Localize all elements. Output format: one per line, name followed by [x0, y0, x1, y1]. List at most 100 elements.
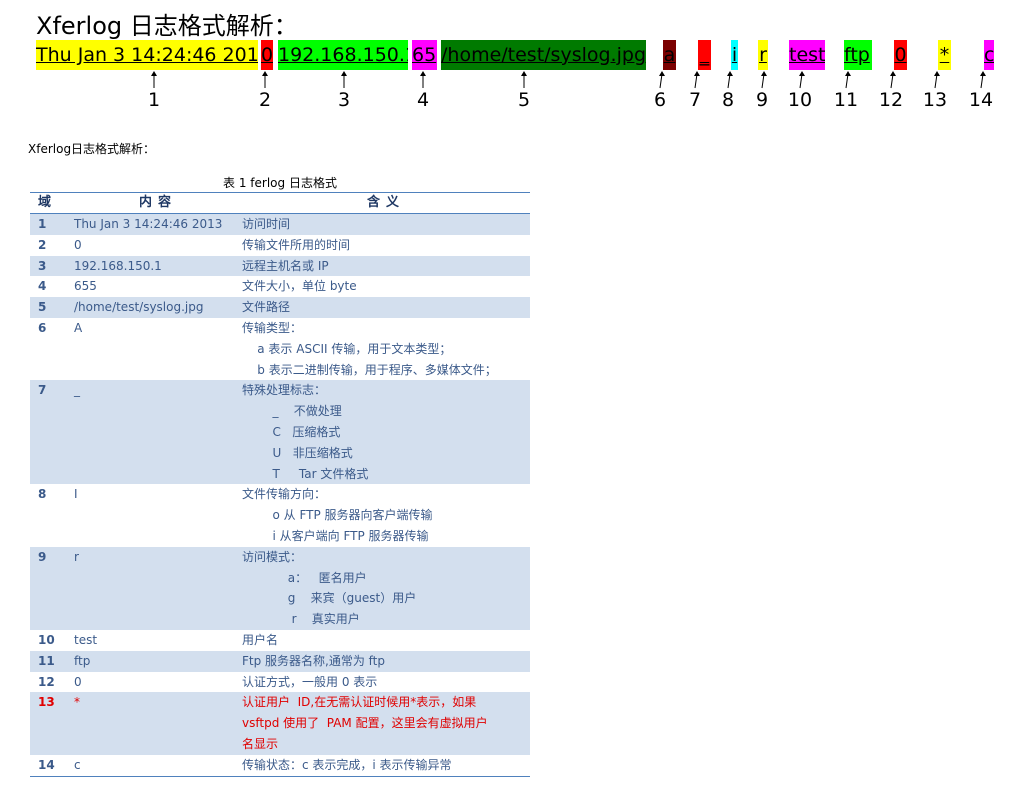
- meaning-line: 认证方式，一般用 0 表示: [242, 674, 378, 689]
- meaning-cell: 传输文件所用的时间: [242, 235, 530, 256]
- field-number-14: 14: [968, 89, 994, 111]
- meaning-line: g 来宾（guest）用户: [242, 591, 417, 606]
- arrow-head-6: [659, 71, 665, 76]
- table-header-row: 域 内容 含义: [30, 193, 530, 214]
- field-number-cell: 1: [38, 217, 47, 231]
- field-number-cell: 3: [38, 258, 47, 273]
- arrow-head-2: [262, 71, 268, 76]
- meaning-line: 文件传输方向：: [242, 487, 327, 502]
- meaning-line: 文件大小，单位 byte: [242, 279, 357, 294]
- table-row: 13 * 认证用户 ID,在无需认证时候用*表示，如果 vsftpd 使用了 PAM …: [30, 692, 530, 755]
- section-subtitle: Xferlog日志格式解析：: [28, 142, 156, 156]
- content-cell: test: [74, 632, 98, 647]
- table-row: 4 655 文件大小，单位 byte: [30, 276, 530, 297]
- content-cell: r: [74, 549, 79, 564]
- field-number-cell: 11: [38, 653, 55, 668]
- field-number-cell: 6: [38, 320, 47, 335]
- field-number-cell: 10: [38, 632, 55, 647]
- field-number-cell: 12: [38, 674, 55, 689]
- meaning-cell: 文件路径: [242, 297, 530, 318]
- meaning-cell: 认证方式，一般用 0 表示: [242, 672, 530, 693]
- header-meaning: 含义: [366, 195, 405, 210]
- meaning-cell: 传输类型： a 表示 ASCII 传输，用于文本类型； b 表示二进制传输，用于…: [242, 318, 530, 380]
- meaning-line: i 从客户端向 FTP 服务器传输: [242, 528, 429, 543]
- meaning-line: b 表示二进制传输，用于程序、多媒体文件；: [242, 362, 497, 377]
- field-number-cell: 8: [38, 487, 47, 502]
- header-field: 域: [38, 195, 52, 210]
- field-number-5: 5: [517, 89, 531, 111]
- meaning-line: a 表示 ASCII 传输，用于文本类型；: [242, 341, 452, 356]
- table-row: 2 0 传输文件所用的时间: [30, 235, 530, 256]
- meaning-cell: 传输状态：c 表示完成，i 表示传输异常: [242, 755, 530, 776]
- content-cell: I: [74, 487, 78, 502]
- meaning-cell: 访问模式： a： 匿名用户 g 来宾（guest）用户 r 真实用户: [242, 547, 530, 630]
- table-caption: 表 1 ferlog 日志格式: [223, 176, 337, 190]
- arrow-head-14: [980, 71, 986, 76]
- arrow-8: [727, 73, 731, 89]
- meaning-cell: 认证用户 ID,在无需认证时候用*表示，如果 vsftpd 使用了 PAM 配置，…: [242, 692, 530, 754]
- content-cell: A: [74, 320, 83, 335]
- meaning-line: 名显示: [242, 736, 279, 751]
- meaning-line: r 真实用户: [242, 612, 360, 627]
- meaning-line: o 从 FTP 服务器向客户端传输: [242, 508, 433, 523]
- header-content: 内容: [138, 195, 177, 210]
- table-row: 9 r 访问模式： a： 匿名用户 g 来宾（guest）用户 r 真实用户: [30, 546, 530, 630]
- field-number-1: 1: [147, 89, 161, 111]
- meaning-line: 远程主机名或 IP: [242, 258, 329, 273]
- meaning-line: 传输文件所用的时间: [242, 237, 351, 252]
- content-cell: 192.168.150.1: [74, 258, 162, 273]
- content-cell: 655: [74, 279, 97, 294]
- field-number-9: 9: [755, 89, 769, 111]
- arrow-11: [845, 73, 849, 89]
- field-number-2: 2: [258, 89, 272, 111]
- field-number-10: 10: [787, 89, 813, 111]
- arrow-head-3: [341, 71, 347, 76]
- content-cell: *: [74, 695, 80, 710]
- field-number-3: 3: [337, 89, 351, 111]
- arrow-9: [761, 73, 765, 89]
- meaning-cell: 特殊处理标志： _ 不做处理 C 压缩格式 U 非压缩格式 T Tar 文件格式: [242, 380, 530, 484]
- meaning-cell: 用户名: [242, 630, 530, 651]
- field-number-cell: 4: [38, 279, 47, 294]
- arrow-12: [890, 73, 894, 89]
- field-number-cell: 14: [38, 757, 55, 772]
- meaning-line: vsftpd 使用了 PAM 配置，这里会有虚拟用户: [242, 716, 488, 731]
- table-row: 1 Thu Jan 3 14:24:46 2013 访问时间: [30, 214, 530, 235]
- content-cell: _: [74, 383, 80, 398]
- meaning-line: U 非压缩格式: [242, 445, 353, 460]
- arrow-head-7: [694, 71, 700, 76]
- meaning-line: 特殊处理标志：: [242, 383, 327, 398]
- field-number-6: 6: [653, 89, 667, 111]
- arrow-head-11: [845, 71, 851, 76]
- meaning-line: T Tar 文件格式: [242, 466, 369, 481]
- arrow-14: [980, 73, 984, 89]
- arrow-head-13: [934, 71, 940, 76]
- content-cell: 0: [74, 237, 82, 252]
- meaning-line: 文件路径: [242, 300, 291, 315]
- content-cell: Thu Jan 3 14:24:46 2013: [74, 217, 223, 231]
- field-number-12: 12: [878, 89, 904, 111]
- table-row: 14 c 传输状态：c 表示完成，i 表示传输异常: [30, 755, 530, 776]
- meaning-line: 认证用户 ID,在无需认证时候用*表示，如果: [242, 695, 477, 710]
- field-number-cell: 13: [38, 695, 55, 710]
- meaning-line: 访问模式：: [242, 549, 303, 564]
- meaning-line: _ 不做处理: [242, 404, 342, 419]
- meaning-line: 用户名: [242, 632, 279, 647]
- meaning-cell: 远程主机名或 IP: [242, 256, 530, 277]
- meaning-line: Ftp 服务器名称,通常为 ftp: [242, 653, 386, 668]
- arrow-7: [694, 73, 698, 89]
- format-table: 域 内容 含义 1 Thu Jan 3 14:24:46 2013 访问时间 2 0 传输…: [30, 192, 530, 777]
- content-cell: c: [74, 757, 81, 772]
- field-number-13: 13: [922, 89, 948, 111]
- meaning-cell: Ftp 服务器名称,通常为 ftp: [242, 651, 530, 672]
- arrow-head-12: [890, 71, 896, 76]
- arrow-13: [934, 73, 938, 89]
- meaning-cell: 文件传输方向： o 从 FTP 服务器向客户端传输 i 从客户端向 FTP 服务…: [242, 484, 530, 546]
- field-number-11: 11: [833, 89, 859, 111]
- field-number-cell: 5: [38, 300, 47, 315]
- meaning-cell: 访问时间: [242, 214, 530, 235]
- table-row: 8 I 文件传输方向： o 从 FTP 服务器向客户端传输 i 从客户端向 FTP …: [30, 484, 530, 546]
- arrow-head-9: [761, 71, 767, 76]
- meaning-line: 访问时间: [242, 217, 291, 231]
- table-row: 7 _ 特殊处理标志： _ 不做处理 C 压缩格式 U 非压缩格式 T Tar 文件…: [30, 380, 530, 485]
